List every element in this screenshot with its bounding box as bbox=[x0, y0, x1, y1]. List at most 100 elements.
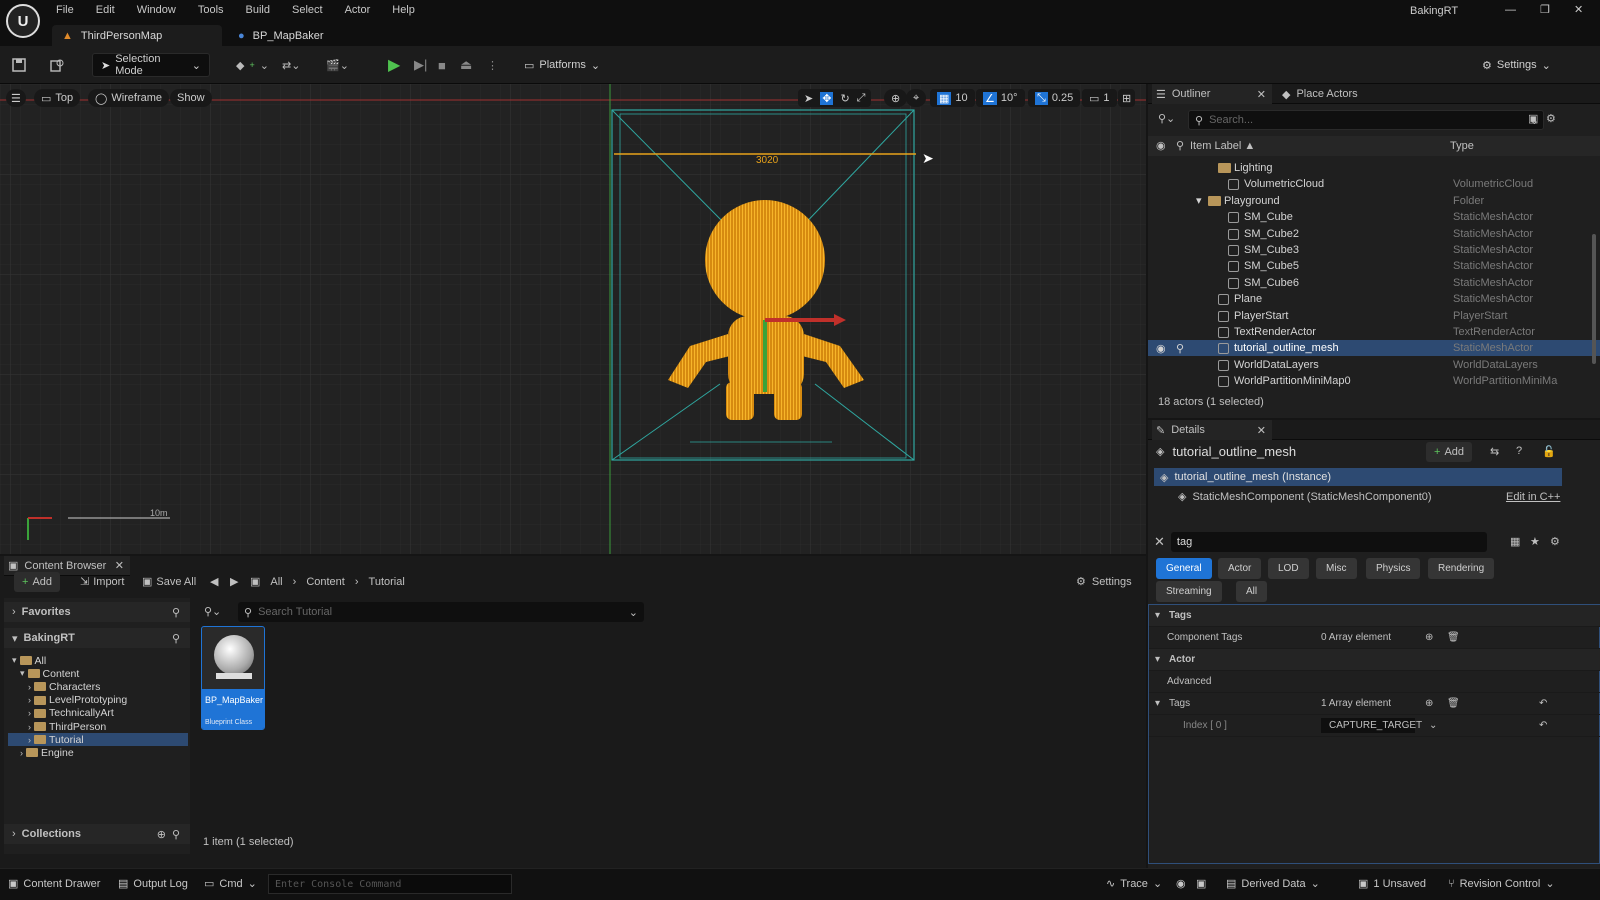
details-settings-icon[interactable]: ⚙ bbox=[1550, 535, 1560, 548]
favorites-star-icon[interactable]: ★ bbox=[1530, 535, 1540, 548]
outliner-row[interactable]: PlayerStart PlayerStart bbox=[1148, 308, 1600, 324]
add-component-button[interactable]: + Add bbox=[1426, 442, 1473, 462]
expand-arrow-icon[interactable]: › bbox=[28, 735, 31, 745]
pin-icon[interactable]: ⚲ bbox=[1176, 342, 1184, 355]
menu-window[interactable]: Window bbox=[137, 4, 176, 16]
expand-arrow-icon[interactable]: › bbox=[28, 708, 31, 718]
grid-snap-button[interactable]: ▦ 10 bbox=[930, 89, 975, 107]
folder-tree-item[interactable]: › LevelPrototyping bbox=[8, 694, 188, 707]
cat-actor[interactable]: Actor bbox=[1218, 558, 1262, 579]
folder-tree-item[interactable]: › TechnicallyArt bbox=[8, 707, 188, 720]
close-icon[interactable]: ✕ bbox=[115, 559, 124, 572]
outliner-row[interactable]: Lighting bbox=[1148, 160, 1600, 176]
outliner-row[interactable]: ◉ ⚲ tutorial_outline_mesh StaticMeshActor bbox=[1148, 340, 1600, 357]
search-icon[interactable]: ⚲ bbox=[172, 632, 180, 645]
outliner-row[interactable]: WorldDataLayers WorldDataLayers bbox=[1148, 357, 1600, 373]
close-button[interactable]: ✕ bbox=[1574, 3, 1583, 16]
clear-search-icon[interactable]: ✕ bbox=[1154, 534, 1165, 550]
search-icon[interactable]: ⚲ bbox=[172, 606, 180, 619]
platforms-dropdown[interactable]: ▭ Platforms ⌄ bbox=[524, 53, 600, 77]
outliner-row[interactable]: ▾ Playground Folder bbox=[1148, 193, 1600, 209]
tab-outliner[interactable]: ☰ Outliner ✕ bbox=[1152, 84, 1272, 104]
section-tags[interactable]: ▾ Tags bbox=[1149, 605, 1600, 627]
cat-misc[interactable]: Misc bbox=[1316, 558, 1357, 579]
minimize-button[interactable]: — bbox=[1505, 4, 1516, 16]
menu-edit[interactable]: Edit bbox=[96, 4, 115, 16]
outliner-row[interactable]: SM_Cube StaticMeshActor bbox=[1148, 209, 1600, 225]
view-mode-button[interactable]: ◯ Wireframe bbox=[88, 89, 170, 107]
add-folder-icon[interactable]: ▣ bbox=[1528, 112, 1538, 125]
camera-speed-button[interactable]: ▭ 1 bbox=[1082, 89, 1117, 107]
cmd-dropdown[interactable]: ▭ Cmd ⌄ bbox=[204, 877, 257, 891]
grid-view-icon[interactable]: ▦ bbox=[1510, 535, 1520, 548]
outliner-row[interactable]: VolumetricCloud VolumetricCloud bbox=[1148, 176, 1600, 192]
selection-mode-dropdown[interactable]: ➤ Selection Mode ⌄ bbox=[92, 53, 210, 77]
output-log-button[interactable]: ▤ Output Log bbox=[118, 877, 188, 891]
screenshot-icon[interactable]: ▣ bbox=[1196, 877, 1206, 890]
section-actor[interactable]: ▾ Actor bbox=[1149, 649, 1600, 671]
scale-snap-button[interactable]: ⤡ 0.25 bbox=[1028, 89, 1081, 107]
scrollbar[interactable] bbox=[1592, 234, 1596, 364]
outliner-row[interactable]: SM_Cube3 StaticMeshActor bbox=[1148, 242, 1600, 258]
reset-icon[interactable]: ↶ bbox=[1539, 698, 1547, 709]
outliner-row[interactable]: Plane StaticMeshActor bbox=[1148, 291, 1600, 307]
tab-bp-mapbaker[interactable]: ● BP_MapBaker bbox=[228, 25, 388, 46]
expand-arrow-icon[interactable]: › bbox=[20, 748, 23, 758]
back-icon[interactable]: ◀ bbox=[210, 575, 218, 588]
settings-dropdown[interactable]: ⚙ Settings ⌄ bbox=[1482, 53, 1551, 77]
viewport-menu-button[interactable]: ☰ bbox=[6, 89, 26, 107]
details-search-input[interactable]: tag bbox=[1170, 532, 1487, 552]
asset-search-input[interactable]: ⚲ Search Tutorial ⌄ bbox=[238, 602, 644, 622]
add-element-icon[interactable]: ⊕ bbox=[1425, 698, 1433, 709]
filter-icon[interactable]: ⚲⌄ bbox=[1158, 112, 1175, 125]
unsaved-button[interactable]: ▣ 1 Unsaved bbox=[1358, 877, 1426, 891]
show-button[interactable]: Show bbox=[170, 89, 212, 107]
record-icon[interactable]: ◉ bbox=[1176, 877, 1186, 890]
asset-tile[interactable]: BP_MapBaker Blueprint Class bbox=[201, 626, 265, 730]
tag-value-input[interactable]: CAPTURE_TARGET bbox=[1321, 718, 1422, 733]
world-local-icon[interactable]: ⊕ bbox=[884, 89, 908, 107]
cinematics-button[interactable]: 🎬⌄ bbox=[326, 53, 349, 77]
content-drawer-button[interactable]: ▣ Content Drawer bbox=[8, 877, 100, 891]
component-row[interactable]: ◈ StaticMeshComponent (StaticMeshCompone… bbox=[1178, 490, 1432, 504]
edit-cpp-link[interactable]: Edit in C++ bbox=[1506, 491, 1560, 503]
lock-icon[interactable]: 🔓 bbox=[1542, 445, 1556, 458]
rotate-tool-icon[interactable]: ↻ bbox=[840, 92, 849, 105]
chevron-down-icon[interactable]: ⌄ bbox=[1429, 720, 1437, 731]
tab-thirdpersonmap[interactable]: ▲ ThirdPersonMap bbox=[52, 25, 222, 46]
select-tool-icon[interactable]: ➤ bbox=[804, 92, 813, 105]
menu-file[interactable]: File bbox=[56, 4, 74, 16]
expand-arrow-icon[interactable]: › bbox=[28, 695, 31, 705]
unreal-logo-icon[interactable]: U bbox=[6, 4, 40, 38]
menu-tools[interactable]: Tools bbox=[198, 4, 224, 16]
console-input[interactable]: Enter Console Command bbox=[268, 874, 512, 894]
close-icon[interactable]: ✕ bbox=[1257, 88, 1266, 101]
visibility-eye-icon[interactable]: ◉ bbox=[1156, 342, 1166, 355]
expand-arrow-icon[interactable]: ▾ bbox=[20, 668, 25, 679]
outliner-row[interactable]: SM_Cube6 StaticMeshActor bbox=[1148, 275, 1600, 291]
level-viewport[interactable]: 3020 10m ➤ ☰ ▭ Top ◯ Wireframe Show ➤ ✥ … bbox=[0, 84, 1146, 554]
add-collection-icon[interactable]: ⊕ bbox=[157, 828, 166, 841]
cat-general[interactable]: General bbox=[1156, 558, 1212, 579]
cat-streaming[interactable]: Streaming bbox=[1156, 581, 1222, 602]
project-section[interactable]: ▾ BakingRT ⚲ bbox=[4, 628, 190, 648]
collections-section[interactable]: › Collections ⊕ ⚲ bbox=[4, 824, 190, 844]
step-button[interactable]: ▶| bbox=[414, 53, 427, 77]
blueprint-menu-button[interactable]: ⇄⌄ bbox=[282, 53, 300, 77]
outliner-search-input[interactable]: ⚲ Search... ⌄ bbox=[1188, 110, 1544, 130]
expand-arrow-icon[interactable]: ▾ bbox=[12, 655, 17, 666]
column-type[interactable]: Type bbox=[1450, 140, 1474, 152]
folder-tree-item[interactable]: ▾ Content bbox=[8, 667, 188, 680]
layout-icon[interactable]: ⊞ bbox=[1118, 89, 1136, 107]
menu-build[interactable]: Build bbox=[246, 4, 270, 16]
cat-physics[interactable]: Physics bbox=[1366, 558, 1421, 579]
filter-icon[interactable]: ⚲⌄ bbox=[204, 605, 221, 618]
instance-row[interactable]: ◈ tutorial_outline_mesh (Instance) bbox=[1154, 468, 1562, 486]
menu-actor[interactable]: Actor bbox=[345, 4, 371, 16]
menu-select[interactable]: Select bbox=[292, 4, 323, 16]
outliner-row[interactable]: SM_Cube5 StaticMeshActor bbox=[1148, 258, 1600, 274]
crumb-content[interactable]: Content bbox=[306, 576, 345, 588]
cb-add-button[interactable]: + Add bbox=[14, 572, 61, 592]
menu-help[interactable]: Help bbox=[392, 4, 415, 16]
outliner-row[interactable]: TextRenderActor TextRenderActor bbox=[1148, 324, 1600, 340]
